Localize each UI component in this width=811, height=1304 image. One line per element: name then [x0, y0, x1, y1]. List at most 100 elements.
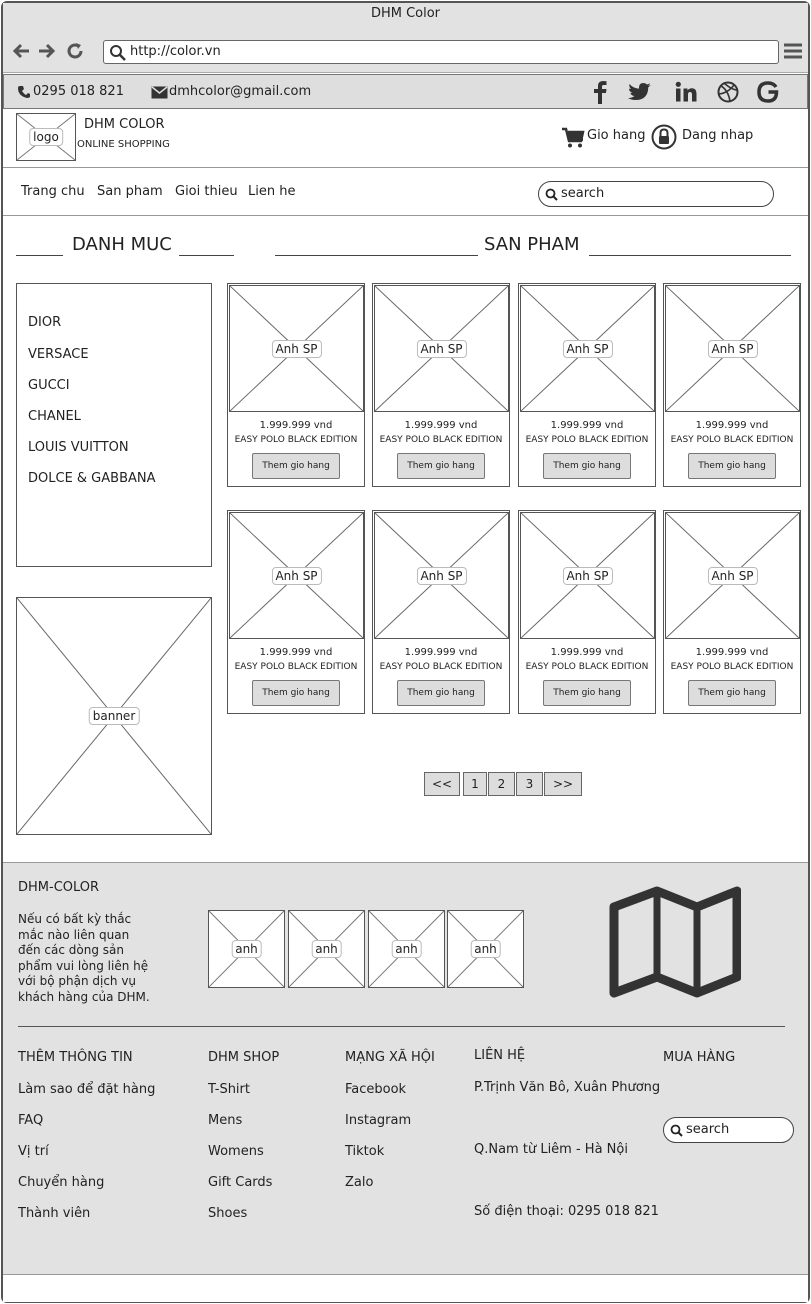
product-card[interactable]: Anh SP 1.999.999 vnd EASY POLO BLACK EDITI… — [227, 510, 365, 714]
page-3-button[interactable]: 3 — [516, 772, 543, 796]
category-item[interactable]: DOLCE & GABBANA — [28, 471, 156, 486]
menu-item-about[interactable]: Gioi thieu — [175, 184, 238, 199]
footer-link[interactable]: Shoes — [208, 1206, 247, 1221]
category-item[interactable]: VERSACE — [28, 347, 89, 362]
logo-label: logo — [29, 128, 63, 146]
gallery-image[interactable]: anh — [447, 910, 524, 988]
add-to-cart-button[interactable]: Them gio hang — [397, 680, 485, 706]
footer-link[interactable]: Womens — [208, 1144, 264, 1159]
product-name[interactable]: EASY POLO BLACK EDITION — [373, 662, 509, 672]
category-item[interactable]: LOUIS VUITTON — [28, 440, 129, 455]
product-name[interactable]: EASY POLO BLACK EDITION — [519, 662, 655, 672]
product-price: 1.999.999 vnd — [259, 420, 333, 431]
search-icon — [545, 188, 558, 201]
footer-link[interactable]: Facebook — [345, 1082, 406, 1097]
gallery-image[interactable]: anh — [288, 910, 365, 988]
product-image[interactable]: Anh SP — [520, 285, 655, 412]
header-search-input[interactable]: search — [538, 181, 774, 207]
back-arrow-icon[interactable] — [11, 42, 31, 60]
gallery-image[interactable]: anh — [368, 910, 445, 988]
map-icon[interactable] — [609, 885, 741, 999]
footer-link[interactable]: Tiktok — [345, 1144, 384, 1159]
add-to-cart-button[interactable]: Them gio hang — [397, 453, 485, 479]
address-bar[interactable]: http://color.vn — [103, 40, 779, 64]
add-to-cart-button[interactable]: Them gio hang — [543, 680, 631, 706]
product-name[interactable]: EASY POLO BLACK EDITION — [664, 662, 800, 672]
product-card[interactable]: Anh SP 1.999.999 vnd EASY POLO BLACK EDITI… — [663, 510, 801, 714]
footer-link[interactable]: Làm sao để đặt hàng — [18, 1082, 155, 1097]
menu-item-products[interactable]: San pham — [97, 184, 163, 199]
product-name[interactable]: EASY POLO BLACK EDITION — [519, 435, 655, 445]
product-name[interactable]: EASY POLO BLACK EDITION — [664, 435, 800, 445]
footer-link[interactable]: Chuyển hàng — [18, 1175, 104, 1190]
footer-link[interactable]: Zalo — [345, 1175, 373, 1190]
footer-col-title: DHM SHOP — [208, 1050, 280, 1065]
product-card[interactable]: Anh SP 1.999.999 vnd EASY POLO BLACK EDITI… — [518, 510, 656, 714]
category-item[interactable]: DIOR — [28, 315, 61, 330]
cart-link[interactable]: Gio hang — [587, 128, 645, 143]
page-1-button[interactable]: 1 — [463, 772, 487, 796]
prev-page-button[interactable]: << — [424, 772, 460, 796]
product-card[interactable]: Anh SP 1.999.999 vnd EASY POLO BLACK EDITI… — [227, 283, 365, 487]
add-to-cart-button[interactable]: Them gio hang — [543, 453, 631, 479]
product-card[interactable]: Anh SP 1.999.999 vnd EASY POLO BLACK EDITI… — [518, 283, 656, 487]
menu-item-contact[interactable]: Lien he — [248, 184, 295, 199]
login-link[interactable]: Dang nhap — [682, 128, 753, 143]
product-card[interactable]: Anh SP 1.999.999 vnd EASY POLO BLACK EDITI… — [372, 283, 510, 487]
gallery-image[interactable]: anh — [208, 910, 285, 988]
category-item[interactable]: CHANEL — [28, 409, 81, 424]
category-title: DANH MUC — [72, 234, 172, 255]
footer-divider — [18, 1026, 785, 1027]
category-item[interactable]: GUCCI — [28, 378, 70, 393]
cart-icon[interactable] — [561, 127, 585, 149]
reload-icon[interactable] — [65, 41, 85, 61]
add-to-cart-button[interactable]: Them gio hang — [688, 680, 776, 706]
contact-bar: 0295 018 821 dmhcolor@gmail.com — [3, 74, 808, 109]
product-price: 1.999.999 vnd — [259, 647, 333, 658]
product-image[interactable]: Anh SP — [520, 512, 655, 639]
footer-link[interactable]: Mens — [208, 1113, 242, 1128]
product-card[interactable]: Anh SP 1.999.999 vnd EASY POLO BLACK EDITI… — [372, 510, 510, 714]
footer-link[interactable]: Gift Cards — [208, 1175, 272, 1190]
product-image-label: Anh SP — [416, 339, 467, 358]
product-name[interactable]: EASY POLO BLACK EDITION — [373, 435, 509, 445]
footer-link[interactable]: Thành viên — [18, 1206, 90, 1221]
product-image[interactable]: Anh SP — [374, 285, 509, 412]
facebook-icon[interactable] — [592, 80, 608, 104]
footer-link[interactable]: T-Shirt — [208, 1082, 250, 1097]
hamburger-menu-icon[interactable] — [783, 42, 803, 60]
contact-phone: 0295 018 821 — [33, 84, 124, 99]
footer-link[interactable]: Vị trí — [18, 1144, 49, 1159]
product-image[interactable]: Anh SP — [374, 512, 509, 639]
product-image[interactable]: Anh SP — [665, 285, 800, 412]
page-2-button[interactable]: 2 — [488, 772, 515, 796]
header-search-placeholder: search — [561, 186, 605, 201]
divider — [16, 255, 63, 256]
add-to-cart-button[interactable]: Them gio hang — [252, 680, 340, 706]
product-image-label: Anh SP — [271, 566, 322, 585]
forward-arrow-icon[interactable] — [37, 42, 57, 60]
add-to-cart-button[interactable]: Them gio hang — [688, 453, 776, 479]
footer-col-title: MUA HÀNG — [663, 1050, 736, 1065]
product-image[interactable]: Anh SP — [229, 285, 364, 412]
product-name[interactable]: EASY POLO BLACK EDITION — [228, 662, 364, 672]
next-page-button[interactable]: >> — [544, 772, 582, 796]
product-image[interactable]: Anh SP — [665, 512, 800, 639]
add-to-cart-button[interactable]: Them gio hang — [252, 453, 340, 479]
footer-search-input[interactable]: search — [663, 1117, 794, 1143]
product-image[interactable]: Anh SP — [229, 512, 364, 639]
dribbble-icon[interactable] — [717, 81, 739, 103]
footer-link[interactable]: Instagram — [345, 1113, 411, 1128]
google-icon[interactable] — [757, 81, 779, 103]
product-name[interactable]: EASY POLO BLACK EDITION — [228, 435, 364, 445]
divider — [275, 255, 478, 256]
linkedin-icon[interactable] — [675, 81, 697, 103]
banner-image[interactable]: banner — [16, 597, 212, 835]
product-card[interactable]: Anh SP 1.999.999 vnd EASY POLO BLACK EDITI… — [663, 283, 801, 487]
menu-item-home[interactable]: Trang chu — [21, 184, 85, 199]
logo-image[interactable]: logo — [16, 113, 76, 161]
twitter-icon[interactable] — [628, 82, 652, 102]
footer-link[interactable]: FAQ — [18, 1113, 43, 1128]
lock-icon[interactable] — [651, 124, 677, 150]
product-image-label: Anh SP — [562, 566, 613, 585]
